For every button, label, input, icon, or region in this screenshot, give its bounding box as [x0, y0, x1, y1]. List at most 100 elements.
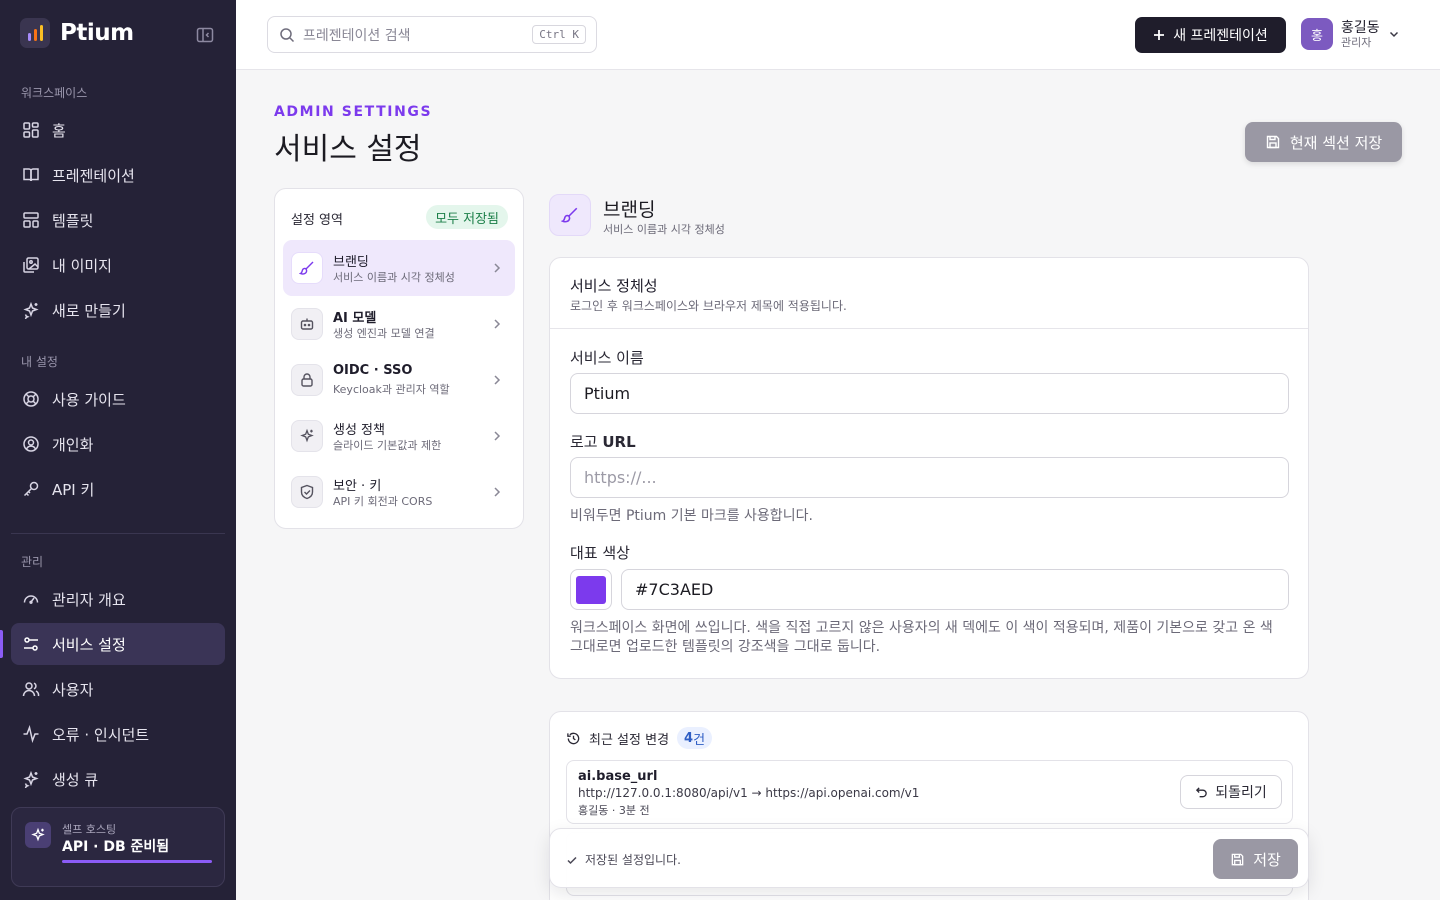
sidebar-item-my-images[interactable]: 내 이미지 [11, 244, 225, 286]
sidebar-item-presentations[interactable]: 프레젠테이션 [11, 154, 225, 196]
brush-icon [291, 252, 323, 284]
chevron-down-icon [1389, 31, 1398, 38]
area-item-ai-model[interactable]: AI 모델 생성 엔진과 모델 연결 [283, 296, 515, 352]
sidebar-item-api-keys[interactable]: API 키 [11, 468, 225, 510]
sidebar-item-users[interactable]: 사용자 [11, 668, 225, 710]
save-status-text: 저장된 설정입니다. [585, 853, 681, 867]
sidebar-item-label: 프레젠테이션 [52, 166, 135, 185]
chevron-right-icon [494, 431, 501, 441]
sidebar-item-personalize[interactable]: 개인화 [11, 423, 225, 465]
service-name-field[interactable]: Ptium [570, 373, 1289, 414]
sidebar-item-home[interactable]: 홈 [11, 109, 225, 151]
sidebar-item-service-settings[interactable]: 서비스 설정 [11, 623, 225, 665]
area-title: OIDC · SSO [333, 363, 413, 378]
sidebar-item-label: 개인화 [52, 435, 94, 454]
host-status: API · DB 준비됨 [62, 839, 170, 855]
user-role: 관리자 [1341, 35, 1372, 49]
users-icon [22, 682, 40, 697]
sidebar-item-create-new[interactable]: 새로 만들기 [11, 289, 225, 331]
search-placeholder: 프레젠테이션 검색 [303, 27, 411, 44]
lifebuoy-icon [23, 391, 39, 407]
color-picker-button[interactable] [570, 569, 612, 610]
sidebar-item-label: 생성 큐 [52, 770, 99, 789]
topbar: 프레젠테이션 검색 Ctrl K 새 프레젠테이션 홍 홍길동 관리자 [236, 0, 1440, 70]
undo-icon [1196, 786, 1207, 797]
grid-icon [23, 122, 39, 138]
settings-area-title: 설정 영역 [291, 213, 343, 228]
new-presentation-button[interactable]: 새 프레젠테이션 [1135, 17, 1286, 53]
chevron-right-icon [494, 319, 501, 329]
new-presentation-label: 새 프레젠테이션 [1173, 28, 1268, 44]
logo-mark-icon [20, 18, 50, 48]
sidebar-collapse-icon[interactable] [196, 27, 214, 43]
save-status: 저장된 설정입니다. [566, 851, 681, 868]
activity-icon [23, 725, 39, 743]
area-item-security-keys[interactable]: 보안 · 키 API 키 회전과 CORS [283, 464, 515, 520]
sidebar-item-label: 템플릿 [52, 211, 94, 230]
history-icon [567, 732, 580, 744]
sidebar-item-label: 내 이미지 [52, 256, 112, 275]
area-title: 보안 · 키 [333, 479, 382, 494]
user-menu[interactable]: 홍 홍길동 관리자 [1301, 18, 1400, 50]
section-title: 브랜딩 [603, 199, 656, 221]
sidebar-item-label: 오류 · 인시던트 [52, 725, 150, 744]
logo-text: Ptium [60, 20, 134, 46]
revert-label: 되돌리기 [1215, 785, 1267, 801]
service-name-label: 서비스 이름 [570, 349, 644, 367]
self-hosting-status-card: 셀프 호스팅 API · DB 준비됨 [11, 807, 225, 887]
sidebar-item-admin-overview[interactable]: 관리자 개요 [11, 578, 225, 620]
color-swatch [576, 575, 606, 604]
change-meta: 홍길동 · 3분 전 [578, 804, 650, 817]
logo[interactable]: Ptium [20, 18, 134, 48]
save-label: 저장 [1253, 850, 1281, 869]
status-badge: 모두 저장됨 [426, 205, 508, 229]
page-eyebrow: ADMIN SETTINGS [274, 104, 433, 120]
area-title: AI 모델 [333, 311, 377, 326]
save-icon [1266, 135, 1280, 149]
section-label-my-settings: 내 설정 [21, 355, 58, 369]
user-name: 홍길동 [1341, 19, 1380, 36]
host-progress-bar [62, 860, 212, 863]
sidebar-item-errors[interactable]: 오류 · 인시던트 [11, 713, 225, 755]
sidebar-item-templates[interactable]: 템플릿 [11, 199, 225, 241]
sidebar-item-label: 관리자 개요 [52, 590, 126, 609]
area-sub: 슬라이드 기본값과 제한 [333, 439, 442, 452]
list-item: ai.base_url http://127.0.0.1:8080/api/v1… [566, 760, 1293, 824]
area-sub: 서비스 이름과 시각 정체성 [333, 271, 455, 284]
search-shortcut: Ctrl K [532, 25, 586, 44]
save-bar: 저장된 설정입니다. 저장 [549, 828, 1309, 888]
plus-icon [1154, 30, 1165, 40]
area-title: 생성 정책 [333, 423, 385, 438]
sparkle-icon [25, 822, 51, 848]
sliders-icon [24, 637, 38, 651]
logo-url-hint: 비워두면 Ptium 기본 마크를 사용합니다. [570, 508, 813, 524]
sidebar-item-label: API 키 [52, 480, 95, 499]
section-label-workspace: 워크스페이스 [21, 86, 88, 100]
section-subtitle: 서비스 이름과 시각 정체성 [603, 223, 725, 236]
area-item-oidc-sso[interactable]: OIDC · SSO Keycloak과 관리자 역할 [283, 352, 515, 408]
save-button[interactable]: 저장 [1213, 839, 1298, 879]
chevron-right-icon [494, 375, 501, 385]
sidebar-item-label: 사용자 [52, 680, 94, 699]
active-indicator [0, 630, 3, 658]
sidebar-item-guide[interactable]: 사용 가이드 [11, 378, 225, 420]
brand-color-field[interactable]: #7C3AED [621, 569, 1289, 610]
search-input[interactable]: 프레젠테이션 검색 Ctrl K [267, 16, 597, 53]
brand-color-hint: 워크스페이스 화면에 쓰입니다. 색을 직접 고르지 않은 사용자의 새 덱에도… [570, 620, 1273, 655]
host-sub-label: 셀프 호스팅 [62, 823, 117, 836]
area-item-branding[interactable]: 브랜딩 서비스 이름과 시각 정체성 [283, 240, 515, 296]
area-item-generation-policy[interactable]: 생성 정책 슬라이드 기본값과 제한 [283, 408, 515, 464]
page-title: 서비스 설정 [274, 132, 422, 167]
sidebar-item-label: 새로 만들기 [52, 301, 126, 320]
book-icon [23, 168, 39, 182]
logo-url-field[interactable]: https://... [570, 457, 1289, 498]
lock-icon [291, 364, 323, 396]
save-current-section-button[interactable]: 현재 섹션 저장 [1245, 122, 1402, 162]
sidebar-item-generation-queue[interactable]: 생성 큐 [11, 758, 225, 800]
shield-icon [291, 476, 323, 508]
sparkle-icon [23, 301, 39, 319]
sidebar-item-label: 사용 가이드 [52, 390, 126, 409]
area-sub: Keycloak과 관리자 역할 [333, 383, 450, 396]
revert-button[interactable]: 되돌리기 [1180, 775, 1282, 809]
recent-changes-header: 최근 설정 변경 4건 [566, 727, 713, 749]
